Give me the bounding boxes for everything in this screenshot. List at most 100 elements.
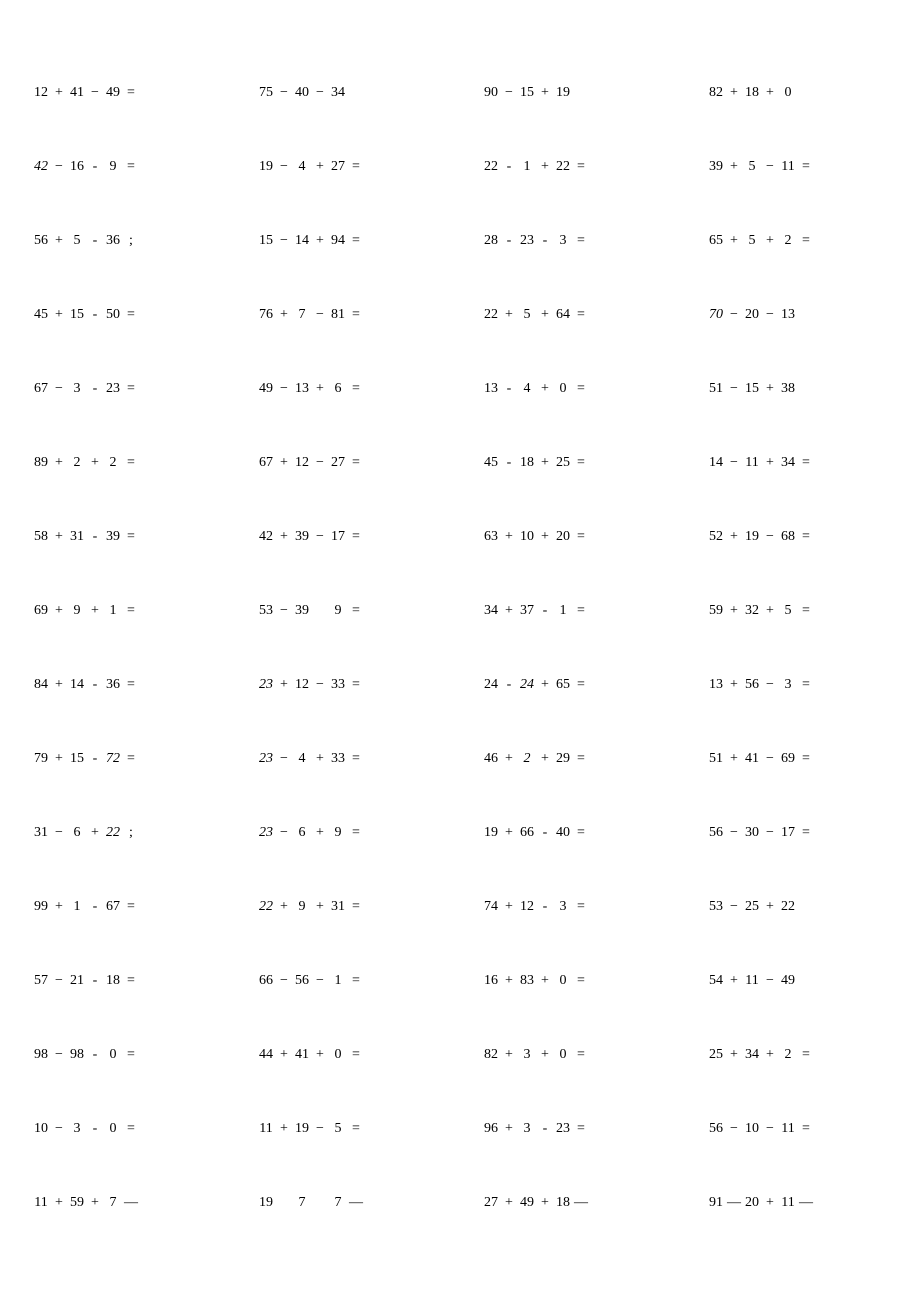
- operand-c: 6: [327, 381, 349, 397]
- operator-2: −: [763, 307, 777, 323]
- operand-b: 15: [66, 751, 88, 767]
- operand-a: 59: [705, 603, 727, 619]
- operator-1: +: [277, 1121, 291, 1137]
- problem-row: 23+12−33=: [255, 677, 440, 693]
- operator-2: −: [313, 1121, 327, 1137]
- problem-row: 56−10−11=: [705, 1121, 890, 1137]
- operand-c: 0: [327, 1047, 349, 1063]
- operand-a: 54: [705, 973, 727, 989]
- problem-row: 45+15-50=: [30, 307, 215, 323]
- operand-b: 4: [291, 159, 313, 175]
- operand-a: 42: [255, 529, 277, 545]
- operand-a: 82: [480, 1047, 502, 1063]
- operand-b: 31: [66, 529, 88, 545]
- problem-row: 53−399=: [255, 603, 440, 619]
- operand-a: 52: [705, 529, 727, 545]
- operator-1: +: [502, 973, 516, 989]
- operand-c: 2: [777, 233, 799, 249]
- equals-sign: =: [574, 455, 588, 471]
- operand-a: 12: [30, 85, 52, 101]
- operator-2: −: [763, 529, 777, 545]
- operand-c: 1: [102, 603, 124, 619]
- operator-2: +: [88, 825, 102, 841]
- operand-a: 56: [705, 1121, 727, 1137]
- operand-c: 0: [552, 381, 574, 397]
- operand-a: 28: [480, 233, 502, 249]
- operand-a: 15: [255, 233, 277, 249]
- operator-1: −: [52, 825, 66, 841]
- problem-row: 13-4+0=: [480, 381, 665, 397]
- operator-2: −: [313, 85, 327, 101]
- problem-row: 19−4+27=: [255, 159, 440, 175]
- equals-sign: =: [349, 751, 363, 767]
- operator-1: +: [52, 529, 66, 545]
- problem-row: 13+56−3=: [705, 677, 890, 693]
- equals-sign: =: [574, 751, 588, 767]
- operand-a: 13: [480, 381, 502, 397]
- operator-2: +: [763, 1047, 777, 1063]
- operand-b: 10: [741, 1121, 763, 1137]
- operand-b: 19: [291, 1121, 313, 1137]
- operator-2: +: [538, 455, 552, 471]
- operand-b: 19: [741, 529, 763, 545]
- operand-c: 1: [327, 973, 349, 989]
- operand-b: 1: [66, 899, 88, 915]
- operand-c: 39: [102, 529, 124, 545]
- equals-sign: =: [349, 529, 363, 545]
- operator-2: -: [88, 1121, 102, 1137]
- operand-a: 11: [255, 1121, 277, 1137]
- operand-c: 3: [777, 677, 799, 693]
- operand-b: 7: [291, 1195, 313, 1211]
- operator-1: +: [277, 529, 291, 545]
- operand-a: 27: [480, 1195, 502, 1211]
- equals-sign: =: [349, 677, 363, 693]
- operand-b: 59: [66, 1195, 88, 1211]
- equals-sign: =: [799, 1047, 813, 1063]
- operator-2: +: [763, 85, 777, 101]
- operator-1: −: [52, 973, 66, 989]
- equals-sign: =: [349, 973, 363, 989]
- operand-b: 66: [516, 825, 538, 841]
- operator-1: −: [727, 381, 741, 397]
- operand-a: 51: [705, 751, 727, 767]
- operator-1: +: [502, 529, 516, 545]
- equals-sign: =: [124, 159, 138, 175]
- problem-row: 46+2+29=: [480, 751, 665, 767]
- operand-a: 49: [255, 381, 277, 397]
- problem-row: 23−4+33=: [255, 751, 440, 767]
- operand-b: 21: [66, 973, 88, 989]
- operand-c: 69: [777, 751, 799, 767]
- operator-1: +: [727, 529, 741, 545]
- operator-2: +: [763, 233, 777, 249]
- equals-sign: =: [124, 677, 138, 693]
- operand-b: 4: [291, 751, 313, 767]
- operator-1: −: [52, 1047, 66, 1063]
- equals-sign: =: [349, 899, 363, 915]
- operand-b: 56: [741, 677, 763, 693]
- problem-row: 25+34+2=: [705, 1047, 890, 1063]
- operand-a: 11: [30, 1195, 52, 1211]
- problem-row: 1977—: [255, 1195, 440, 1211]
- operand-c: 68: [777, 529, 799, 545]
- operator-2: +: [763, 381, 777, 397]
- operator-1: +: [277, 899, 291, 915]
- operand-c: 22: [777, 899, 799, 915]
- equals-sign: =: [349, 381, 363, 397]
- operator-2: -: [88, 899, 102, 915]
- operator-2: -: [88, 233, 102, 249]
- equals-sign: =: [799, 751, 813, 767]
- operator-1: +: [52, 307, 66, 323]
- operand-a: 84: [30, 677, 52, 693]
- equals-sign: =: [124, 751, 138, 767]
- operand-a: 82: [705, 85, 727, 101]
- operand-a: 22: [480, 307, 502, 323]
- operand-c: 11: [777, 159, 799, 175]
- operator-1: −: [277, 381, 291, 397]
- operand-a: 46: [480, 751, 502, 767]
- operator-2: −: [763, 973, 777, 989]
- operator-2: +: [88, 455, 102, 471]
- problem-row: 66−56−1=: [255, 973, 440, 989]
- math-worksheet-grid: 12+41−49=75−40−3490−15+1982+18+042−16-9=…: [30, 85, 890, 1211]
- operand-b: 5: [66, 233, 88, 249]
- problem-row: 84+14-36=: [30, 677, 215, 693]
